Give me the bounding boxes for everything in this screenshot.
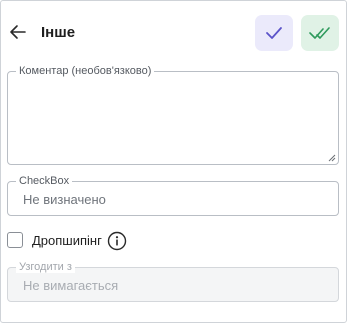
- dropshipping-label[interactable]: Дропшипінг: [32, 233, 102, 249]
- approve-with-select: Узгодити з Не вимагається: [7, 261, 339, 302]
- checkbox-select-label: CheckBox: [16, 175, 73, 187]
- comment-field: Коментар (необов'язково): [7, 65, 339, 165]
- dropshipping-row: Дропшипінг: [7, 231, 207, 253]
- resize-grip-icon[interactable]: [328, 154, 336, 162]
- info-icon[interactable]: [107, 231, 127, 251]
- panel-header: Інше: [1, 13, 346, 53]
- double-check-icon: [309, 27, 330, 39]
- confirm-all-button[interactable]: [301, 15, 339, 51]
- back-button[interactable]: [7, 21, 29, 43]
- page-title: Інше: [41, 24, 76, 41]
- checkbox-select[interactable]: CheckBox Не визначено: [7, 175, 339, 216]
- confirm-button[interactable]: [255, 15, 293, 51]
- checkbox-select-value: Не визначено: [23, 192, 106, 207]
- arrow-left-icon: [10, 25, 26, 39]
- check-icon: [266, 27, 282, 39]
- panel: Інше Коментар (необов'язково) CheckBox Н…: [0, 0, 347, 323]
- approve-with-value: Не вимагається: [23, 278, 119, 293]
- approve-with-label: Узгодити з: [16, 261, 75, 273]
- comment-input[interactable]: [8, 72, 338, 164]
- dropshipping-checkbox[interactable]: [7, 232, 23, 248]
